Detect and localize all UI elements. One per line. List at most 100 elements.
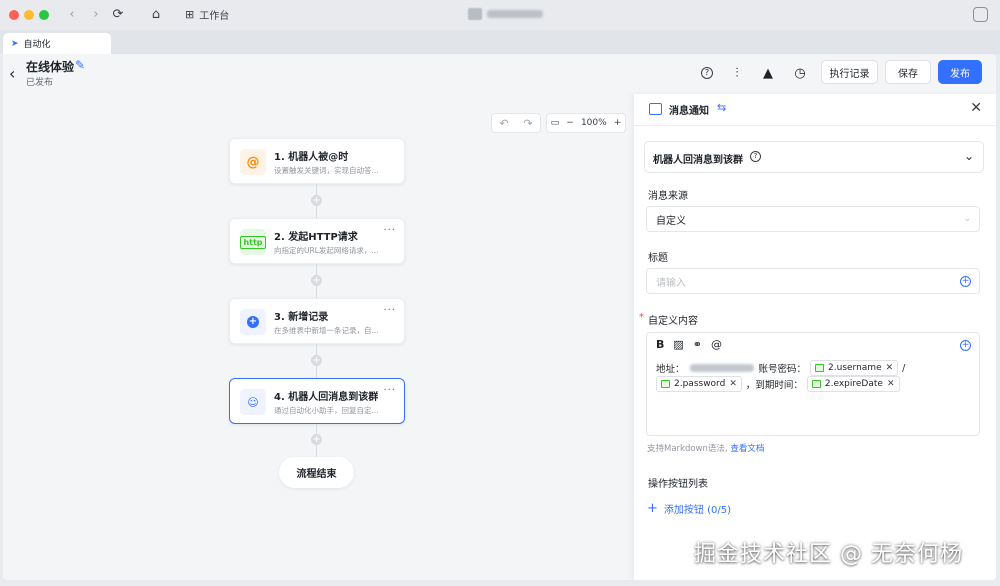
back-icon[interactable]: ‹ [9, 64, 15, 83]
edit-title-icon[interactable]: ✎ [75, 58, 85, 72]
more-icon[interactable]: ··· [383, 225, 396, 236]
field-chip-expire[interactable]: 2.expireDate ✕ [806, 376, 900, 392]
field-chip-password[interactable]: 2.password ✕ [656, 376, 742, 392]
save-button[interactable]: 保存 [885, 60, 931, 84]
section-title: 机器人回消息到该群 [653, 155, 743, 166]
chip-label: 2.username [828, 363, 882, 373]
node-desc: 向指定的URL发起网络请求，... [274, 246, 379, 255]
add-step-icon[interactable]: + [311, 275, 322, 286]
add-action-button[interactable]: + 添加按钮 (0/5) [647, 501, 731, 516]
flow-node-3[interactable]: + 3. 新增记录 在多维表中新增一条记录，自... ··· [229, 298, 405, 344]
close-icon[interactable]: ✕ [970, 100, 982, 116]
at-icon: @ [240, 149, 266, 175]
watermark: 掘金技术社区 @ 无奈何杨 [694, 542, 963, 567]
heading-placeholder: 请输入 [656, 277, 686, 289]
zoom-in-icon[interactable]: + [614, 118, 622, 128]
mention-icon[interactable]: @ [711, 338, 722, 351]
source-select[interactable]: 自定义 ⌄ [646, 206, 980, 232]
app-area: ‹ 在线体验 ✎ 已发布 ? ⫶ ▲ ◷ 执行记录 保存 发布 ↶ ↷ ▭ − … [3, 54, 996, 580]
close-window-button[interactable] [9, 10, 19, 20]
minimize-window-button[interactable] [24, 10, 34, 20]
tab-automation[interactable]: ➤ 自动化 [3, 33, 111, 54]
chevron-down-icon[interactable]: ⌄ [964, 149, 974, 163]
remove-chip-icon[interactable]: ✕ [729, 379, 737, 389]
page-header: ‹ 在线体验 ✎ 已发布 ? ⫶ ▲ ◷ 执行记录 保存 发布 [3, 54, 996, 94]
settings-sliders-icon[interactable]: ⫶ [725, 61, 749, 85]
swap-icon[interactable]: ⇆ [717, 101, 726, 114]
window-titlebar: ‹ › ⟳ ⌂ ⊞ 工作台 [0, 0, 1000, 30]
image-icon[interactable]: ▨ [673, 338, 683, 351]
heading-input[interactable]: 请输入 + [646, 268, 980, 294]
link-icon[interactable]: ⚭ [693, 338, 702, 351]
insert-field-icon[interactable]: + [960, 275, 971, 287]
bold-icon[interactable]: B [656, 338, 664, 351]
field-chip-username[interactable]: 2.username ✕ [810, 360, 899, 376]
home-icon[interactable]: ⌂ [148, 7, 164, 23]
node-desc: 设置触发关键词，实现自动答... [274, 166, 379, 175]
account-label: 账号密码： [758, 364, 807, 375]
insert-field-icon[interactable]: + [960, 340, 971, 351]
node-config-panel: 消息通知 ⇆ ✕ 机器人回消息到该群 ? ⌄ 消息来源 自定义 ⌄ 标题 请输入… [634, 94, 996, 580]
workbench-label: 工作台 [199, 11, 230, 22]
node-title: 2. 发起HTTP请求 [274, 232, 358, 243]
flow-end-node: 流程结束 [279, 457, 354, 488]
flow-node-4[interactable]: ☺ 4. 机器人回消息到该群 通过自动化小助手，回复自定... ··· [229, 378, 405, 424]
nav-back-icon[interactable]: ‹ [64, 7, 80, 23]
bot-message-icon: ☺ [240, 389, 266, 415]
node-title: 3. 新增记录 [274, 312, 329, 323]
document-title-blurred [487, 10, 543, 18]
refresh-icon[interactable]: ⟳ [110, 7, 126, 23]
required-mark: * [639, 312, 644, 323]
separator-text: / [902, 362, 906, 374]
nav-forward-icon[interactable]: › [88, 7, 104, 23]
help-icon[interactable]: ? [750, 151, 761, 162]
publish-button[interactable]: 发布 [938, 60, 982, 84]
zoom-out-icon[interactable]: − [566, 118, 574, 128]
maximize-window-button[interactable] [39, 10, 49, 20]
action-type-section[interactable]: 机器人回消息到该群 ? ⌄ [644, 141, 984, 173]
redo-icon[interactable]: ↷ [523, 117, 532, 130]
node-title: 4. 机器人回消息到该群 [274, 392, 379, 403]
warning-icon[interactable]: ▲ [756, 61, 780, 85]
remove-chip-icon[interactable]: ✕ [887, 379, 895, 389]
editor-line-2: 2.password ✕ ，到期时间： 2.expireDate ✕ [656, 376, 904, 392]
message-icon [649, 103, 662, 115]
source-value: 自定义 [656, 215, 686, 227]
source-label: 消息来源 [648, 191, 688, 202]
add-step-icon[interactable]: + [311, 355, 322, 366]
grid-icon: ⊞ [185, 8, 195, 21]
content-editor[interactable]: B ▨ ⚭ @ + 地址： 账号密码： 2.username ✕ / 2.pas… [646, 332, 980, 436]
more-icon[interactable]: ··· [383, 385, 396, 396]
address-blurred [689, 364, 754, 372]
remove-chip-icon[interactable]: ✕ [886, 363, 894, 373]
expire-label: ，到期时间： [745, 380, 803, 391]
node-desc: 在多维表中新增一条记录，自... [274, 326, 379, 335]
heading-label: 标题 [648, 253, 668, 264]
address-prefix: 地址： [656, 364, 685, 375]
document-icon [468, 8, 482, 20]
workbench-link[interactable]: ⊞ 工作台 [185, 7, 229, 22]
automation-icon: ➤ [11, 38, 19, 49]
undo-icon[interactable]: ↶ [499, 117, 508, 130]
tab-label: 自动化 [23, 40, 51, 50]
flow-node-1[interactable]: @ 1. 机器人被@时 设置触发关键词，实现自动答... [229, 138, 405, 184]
content-label: * 自定义内容 [639, 312, 698, 327]
window-layout-icon[interactable] [973, 7, 988, 22]
run-log-button[interactable]: 执行记录 [821, 60, 878, 84]
flow-node-2[interactable]: http 2. 发起HTTP请求 向指定的URL发起网络请求，... ··· [229, 218, 405, 264]
add-step-icon[interactable]: + [311, 434, 322, 445]
actions-label: 操作按钮列表 [648, 479, 708, 490]
page-title: 在线体验 [26, 60, 75, 74]
table-field-icon [815, 364, 825, 372]
chip-label: 2.expireDate [824, 379, 883, 389]
markdown-hint: 支持Markdown语法, 查看文档 [647, 442, 764, 454]
add-step-icon[interactable]: + [311, 195, 322, 206]
history-icon[interactable]: ◷ [788, 61, 812, 85]
docs-link[interactable]: 查看文档 [730, 444, 764, 454]
more-icon[interactable]: ··· [383, 305, 396, 316]
table-field-icon [811, 380, 821, 388]
plus-icon: + [647, 501, 658, 516]
fit-screen-icon[interactable]: ▭ [551, 118, 560, 128]
document-title [468, 8, 543, 20]
help-icon[interactable]: ? [695, 61, 719, 85]
